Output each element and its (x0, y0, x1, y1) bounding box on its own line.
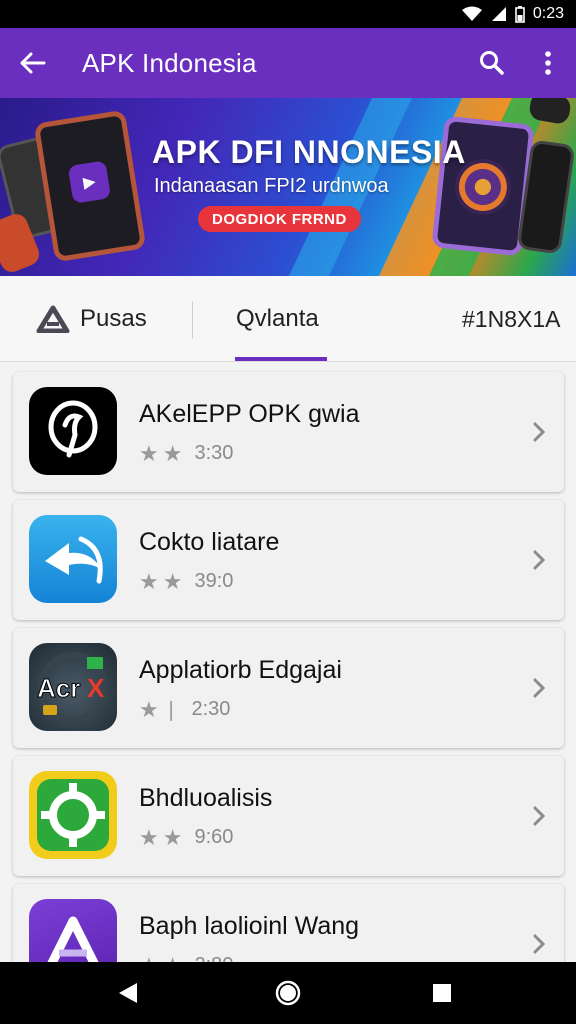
app-name: Baph laolioinl Wang (139, 912, 360, 940)
app-icon-alien (29, 387, 117, 475)
tab-divider (192, 301, 193, 339)
app-name: AKelEPP OPK gwia (139, 400, 360, 428)
tab-third[interactable]: #1N8X1A (462, 276, 560, 362)
list-item[interactable]: Acr X Applatiorb Edgajai ★ ❘ 2:30 (13, 628, 564, 748)
app-icon-share (29, 515, 117, 603)
tab-bar: Pusas Qvlanta #1N8X1A (0, 276, 576, 362)
more-vert-icon (545, 51, 551, 75)
app-name: Bhdluoalisis (139, 784, 273, 812)
system-nav-bar (0, 962, 576, 1024)
svg-text:Acr: Acr (37, 673, 80, 703)
app-rating: ★ ★ 3:30 (139, 442, 233, 465)
app-rating: ★ ❘ 2:30 (139, 698, 230, 721)
nav-back-button[interactable] (88, 962, 168, 1024)
status-time: 0:23 (532, 5, 564, 22)
rating-value: 2:80 (194, 954, 233, 962)
app-rating: ★ ★ 39:0 (139, 570, 233, 593)
app-bar: APK Indonesia (0, 28, 576, 98)
search-icon (480, 51, 504, 75)
list-item[interactable]: Baph laolioinl Wang ★ ★ 2:80 (13, 884, 564, 962)
star-icon: ★ (162, 824, 183, 850)
promo-banner[interactable]: ▶ APK DFI NNONESIA Indanaasan FPI2 urdnw… (0, 98, 576, 276)
star-icon: ★ (139, 824, 159, 850)
tab-selected-indicator (235, 357, 327, 361)
search-button[interactable] (464, 28, 520, 98)
list-item[interactable]: Bhdluoalisis ★ ★ 9:60 (13, 756, 564, 876)
nav-home-icon (275, 980, 301, 1006)
star-icon: ★ (139, 954, 159, 962)
half-star-icon: ❘ (162, 698, 180, 721)
tab-qvlanta[interactable]: Qvlanta (236, 276, 319, 362)
chevron-right-icon (533, 550, 546, 570)
cell-signal-icon (491, 7, 506, 21)
rating-value: 2:30 (191, 698, 231, 720)
svg-text:X: X (87, 673, 105, 703)
list-item[interactable]: AKelEPP OPK gwia ★ ★ 3:30 (13, 372, 564, 492)
app-rating: ★ ★ 2:80 (139, 954, 233, 962)
chevron-right-icon (533, 678, 546, 698)
app-name: Applatiorb Edgajai (139, 656, 342, 684)
rating-value: 3:30 (194, 442, 234, 464)
app-icon-acrx: Acr X (29, 643, 117, 731)
nav-back-icon (119, 983, 137, 1003)
chevron-right-icon (533, 934, 546, 954)
chevron-right-icon (533, 422, 546, 442)
status-bar: 0:23 (0, 0, 576, 28)
banner-headline: APK DFI NNONESIA (152, 134, 466, 170)
nav-recents-icon (433, 984, 451, 1002)
list-item[interactable]: Cokto liatare ★ ★ 39:0 (13, 500, 564, 620)
chevron-right-icon (533, 806, 546, 826)
star-icon: ★ (163, 954, 183, 962)
page-title: APK Indonesia (82, 47, 257, 78)
rating-value: 9:60 (194, 826, 234, 848)
banner-subline: Indanaasan FPI2 urdnwoa (154, 175, 389, 197)
tab-qvlanta-label: Qvlanta (236, 305, 319, 332)
app-logo-icon: ▶ (67, 160, 112, 204)
back-button[interactable] (0, 28, 64, 98)
more-options-button[interactable] (520, 28, 576, 98)
nav-recents-button[interactable] (402, 962, 482, 1024)
wifi-icon (461, 6, 482, 21)
star-icon: ★ (162, 568, 183, 594)
phone-illustration-main: ▶ (33, 109, 147, 263)
star-icon: ★ (139, 568, 159, 594)
app-rating: ★ ★ 9:60 (139, 826, 233, 849)
app-icon-a-logo (29, 899, 117, 962)
triangle-logo-icon (36, 305, 70, 333)
battery-icon (515, 5, 525, 23)
star-icon: ★ (139, 440, 159, 466)
banner-cta-button[interactable]: DOGDIOK FRRND (198, 206, 361, 232)
tab-pusas-label: Pusas (80, 305, 147, 332)
rating-value: 39:0 (194, 570, 234, 592)
tab-third-label: #1N8X1A (462, 305, 561, 332)
app-list: AKelEPP OPK gwia ★ ★ 3:30 Cokto liatare … (0, 362, 576, 962)
nav-home-button[interactable] (248, 962, 328, 1024)
star-icon: ★ (162, 440, 183, 466)
star-icon: ★ (139, 696, 159, 722)
tab-pusas[interactable]: Pusas (36, 276, 147, 362)
app-icon-gear (29, 771, 117, 859)
app-name: Cokto liatare (139, 528, 280, 556)
arrow-back-icon (20, 52, 46, 74)
